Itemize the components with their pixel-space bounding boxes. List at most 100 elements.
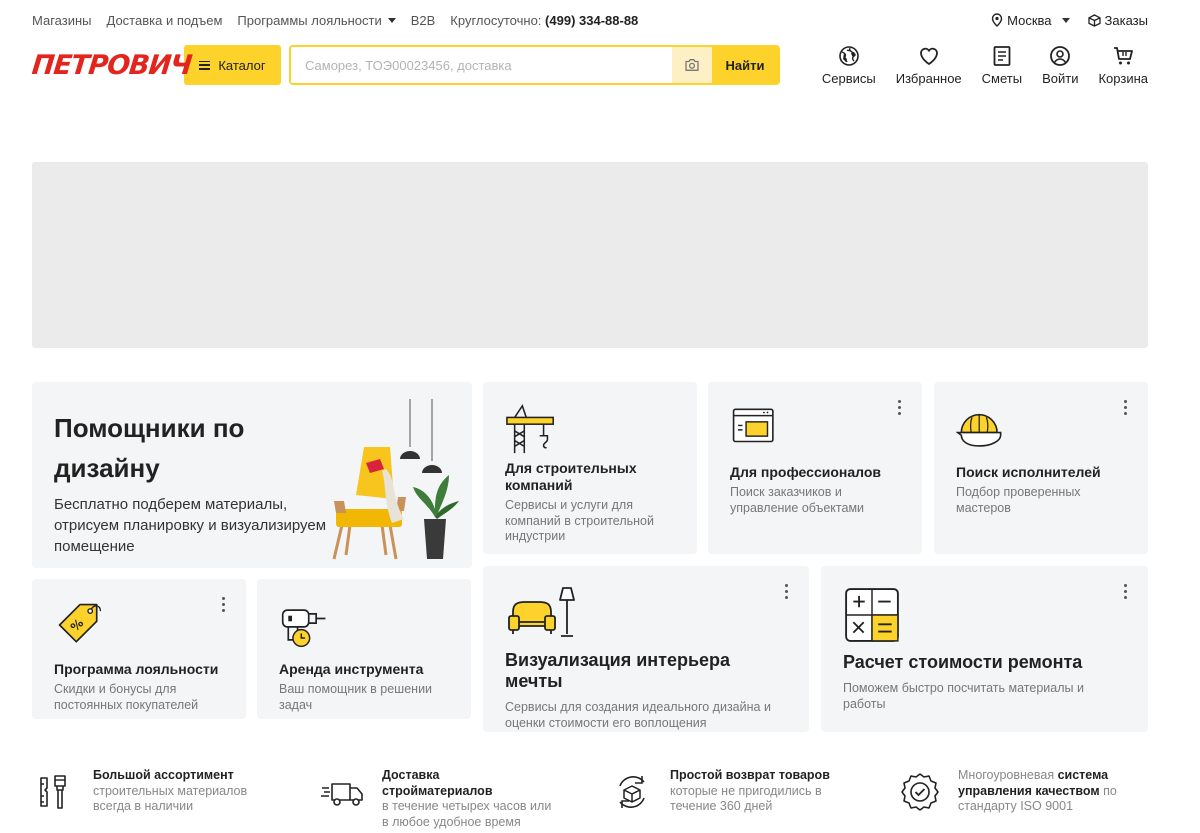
top-link-stores[interactable]: Магазины	[32, 13, 92, 28]
search-bar: Найти	[289, 45, 780, 85]
login-button[interactable]: Войти	[1042, 44, 1078, 86]
location-pin-icon	[991, 13, 1003, 27]
city-selector[interactable]: Москва	[991, 12, 1070, 28]
hard-hat-icon	[956, 413, 1002, 447]
favorites-label: Избранное	[895, 71, 962, 86]
interior-visualization-card[interactable]: Визуализация интерьера мечты Сервисы для…	[483, 566, 809, 732]
menu-icon	[199, 60, 211, 70]
feature-quality: Многоуровневая система управления качест…	[900, 768, 1150, 815]
repair-estimate-card[interactable]: Расчет стоимости ремонта Поможем быстро …	[821, 566, 1148, 732]
cart-label: Корзина	[1098, 71, 1148, 86]
tools-icon	[40, 775, 66, 809]
armchair-lamp-icon	[508, 587, 575, 637]
return-box-icon	[619, 776, 645, 808]
design-helpers-card[interactable]: Помощники по дизайну Бесплатно подберем …	[32, 382, 472, 568]
find-button[interactable]: Найти	[712, 47, 778, 83]
feature-returns-subtitle: которые не пригодились в течение 360 дне…	[670, 783, 822, 814]
feature-returns-text: Простой возврат товаров которые не приго…	[670, 768, 830, 815]
price-tag-icon: %	[58, 603, 102, 643]
box-icon	[1087, 13, 1101, 27]
feature-delivery-title: Доставка стройматериалов	[382, 768, 493, 798]
builders-card-subtitle: Сервисы и услуги для компаний в строител…	[505, 498, 654, 543]
loyalty-card-subtitle: Скидки и бонусы для постоянных покупател…	[54, 682, 199, 712]
feature-returns: Простой возврат товаров которые не приго…	[612, 768, 852, 815]
catalog-button[interactable]: Каталог	[184, 45, 281, 85]
estimates-label: Сметы	[981, 71, 1023, 86]
rental-card-title: Аренда инструмента	[279, 661, 424, 677]
professionals-card[interactable]: Для профессионалов Поиск заказчиков и уп…	[708, 382, 922, 554]
contractors-card[interactable]: Поиск исполнителей Подбор проверенных ма…	[934, 382, 1148, 554]
contractors-card-subtitle: Подбор проверенных мастеров	[956, 485, 1081, 515]
camera-icon	[685, 59, 699, 71]
builders-card[interactable]: Для строительных компаний Сервисы и услу…	[483, 382, 697, 554]
feature-assortment-subtitle: строительных материалов всегда в наличии	[93, 783, 248, 814]
top-link-loyalty-label: Программы лояльности	[237, 12, 382, 28]
builders-card-title: Для строительных компаний	[505, 460, 637, 493]
browser-window-icon	[732, 408, 774, 443]
orders-link[interactable]: Заказы	[1087, 12, 1148, 28]
feature-quality-pre: Многоуровневая	[958, 768, 1058, 782]
globe-icon	[839, 46, 859, 66]
feature-delivery-text: Доставка стройматериалов в течение четыр…	[382, 768, 557, 830]
header-icons: Сервисы Избранное Сметы Войти Корзина	[822, 44, 1148, 86]
top-bar: Магазины Доставка и подъем Программы лоя…	[32, 0, 1148, 40]
cart-button[interactable]: Корзина	[1098, 44, 1148, 86]
main-header: ПЕТРОВИЧ Каталог Найти Сервисы Избранное…	[30, 44, 1148, 86]
rental-card[interactable]: Аренда инструмента Ваш помощник в решени…	[257, 579, 471, 719]
top-link-delivery[interactable]: Доставка и подъем	[107, 13, 223, 28]
loyalty-card[interactable]: % Программа лояльности Скидки и бонусы д…	[32, 579, 246, 719]
search-input[interactable]	[291, 47, 672, 83]
image-search-button[interactable]	[672, 47, 712, 83]
city-label: Москва	[1007, 12, 1052, 28]
estimate-card-title: Расчет стоимости ремонта	[843, 652, 1083, 672]
professionals-card-subtitle: Поиск заказчиков и управление объектами	[730, 485, 865, 515]
top-link-loyalty[interactable]: Программы лояльности	[237, 12, 396, 28]
user-icon	[1050, 46, 1071, 66]
catalog-label: Каталог	[218, 57, 266, 73]
feature-returns-title: Простой возврат товаров	[670, 768, 830, 782]
drill-icon	[281, 609, 326, 648]
estimate-card-subtitle: Поможем быстро посчитать материалы и раб…	[843, 681, 1084, 711]
interior-card-subtitle: Сервисы для создания идеального дизайна …	[505, 700, 771, 730]
design-card-title: Помощники по дизайну	[54, 413, 245, 483]
calculator-icon	[845, 588, 899, 642]
more-options-icon[interactable]	[785, 584, 789, 599]
rental-card-subtitle: Ваш помощник в решении задач	[279, 682, 433, 712]
cart-icon	[1114, 47, 1134, 65]
delivery-truck-icon	[321, 783, 363, 806]
feature-assortment-text: Большой ассортимент строительных материа…	[93, 768, 258, 815]
loyalty-card-title: Программа лояльности	[54, 661, 219, 677]
armchair-with-lamps-illustration	[332, 399, 459, 560]
services-button[interactable]: Сервисы	[822, 44, 876, 86]
contractors-card-title: Поиск исполнителей	[956, 464, 1101, 480]
quality-badge-icon	[901, 773, 939, 811]
more-options-icon[interactable]	[222, 597, 226, 612]
feature-assortment-title: Большой ассортимент	[93, 768, 234, 782]
feature-delivery: Доставка стройматериалов в течение четыр…	[320, 768, 580, 830]
feature-assortment: Большой ассортимент строительных материа…	[35, 768, 275, 815]
promo-banner[interactable]	[32, 162, 1148, 348]
crane-icon	[506, 404, 554, 454]
chevron-down-icon	[1061, 17, 1070, 23]
phone-block: Круглосуточно: (499) 334-88-88	[450, 13, 638, 28]
professionals-card-title: Для профессионалов	[730, 464, 881, 480]
more-options-icon[interactable]	[1124, 584, 1128, 599]
phone-number[interactable]: (499) 334-88-88	[545, 13, 638, 28]
design-card-description: Бесплатно подберем материалы, отрисуем п…	[54, 496, 327, 555]
orders-label: Заказы	[1104, 12, 1148, 28]
estimates-button[interactable]: Сметы	[982, 44, 1022, 86]
feature-delivery-subtitle: в течение четырех часов или в любое удоб…	[382, 799, 552, 829]
services-label: Сервисы	[821, 71, 876, 86]
logo[interactable]: ПЕТРОВИЧ	[30, 50, 192, 81]
more-options-icon[interactable]	[898, 400, 902, 415]
top-link-b2b[interactable]: B2B	[411, 13, 436, 28]
document-icon	[993, 46, 1011, 66]
phone-label: Круглосуточно:	[450, 12, 542, 28]
more-options-icon[interactable]	[1124, 400, 1128, 415]
favorites-button[interactable]: Избранное	[896, 44, 962, 86]
feature-quality-text: Многоуровневая система управления качест…	[958, 768, 1123, 815]
top-right: Москва Заказы	[991, 13, 1148, 28]
interior-card-title: Визуализация интерьера мечты	[505, 650, 731, 691]
top-links: Магазины Доставка и подъем Программы лоя…	[32, 13, 638, 28]
login-label: Войти	[1042, 71, 1079, 86]
